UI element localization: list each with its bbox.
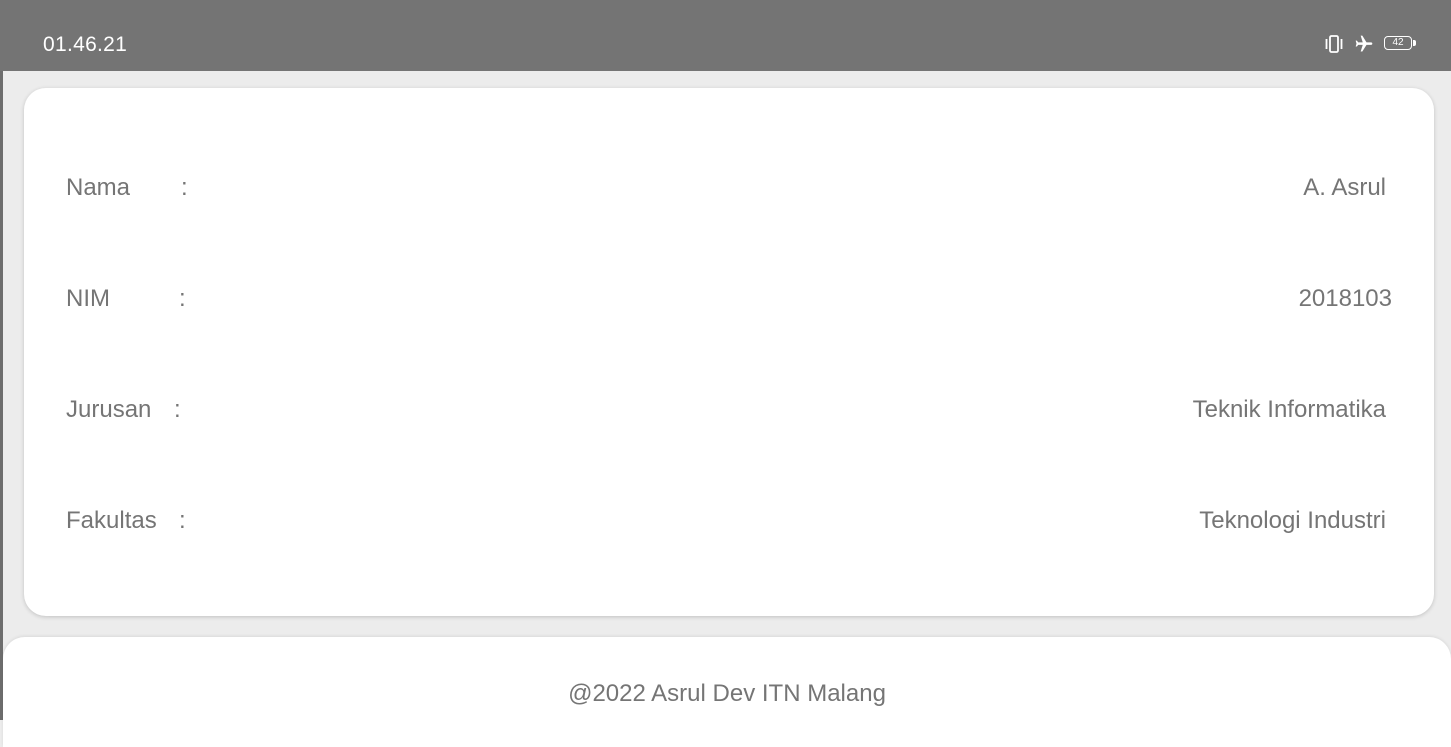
info-value: Teknik Informatika [1192,396,1386,423]
info-label: Jurusan [66,396,152,423]
status-icons: 42 [1324,33,1416,55]
status-bar: 01.46.21 42 [0,0,1451,71]
info-row-nim: NIM : 2018103 [24,279,1434,319]
info-label: Nama [66,174,131,201]
info-colon: : [179,507,186,534]
info-value: A. Asrul [1303,174,1386,201]
footer-copyright: @2022 Asrul Dev ITN Malang [568,680,886,707]
info-colon: : [179,285,186,312]
info-row-fakultas: Fakultas : Teknologi Industri [24,501,1434,541]
info-label: NIM [66,285,110,312]
airplane-mode-icon [1353,34,1375,54]
footer-card: @2022 Asrul Dev ITN Malang [3,637,1451,747]
battery-level: 42 [1392,37,1404,48]
info-row-nama: Nama : A. Asrul [24,168,1434,208]
status-time: 01.46.21 [43,33,128,56]
vibrate-icon [1324,35,1344,53]
info-colon: : [174,396,181,423]
info-colon: : [181,174,188,201]
info-row-jurusan: Jurusan : Teknik Informatika [24,390,1434,430]
left-edge [0,71,3,720]
info-card: Nama : A. Asrul NIM : 2018103 Jurusan : … [24,88,1434,616]
info-value: Teknologi Industri [1199,507,1386,534]
info-value: 2018103 [1298,285,1392,312]
info-label: Fakultas [66,507,157,534]
battery-icon: 42 [1384,36,1416,52]
